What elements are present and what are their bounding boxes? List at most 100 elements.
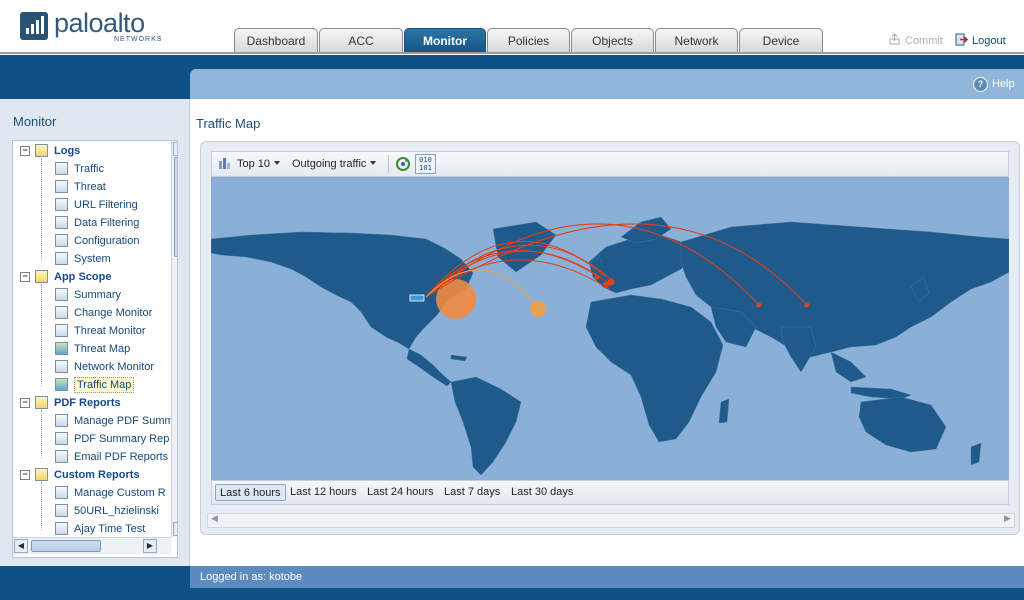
binary-top: 010: [419, 156, 432, 164]
tree-group-logs[interactable]: − Logs: [13, 142, 169, 160]
tab-underline: [0, 52, 1024, 54]
configuration-icon: [55, 234, 68, 247]
collapse-icon[interactable]: −: [20, 398, 30, 408]
scroll-up-icon[interactable]: ▲: [173, 142, 177, 156]
manage-pdf-icon: [55, 414, 68, 427]
tab-dashboard[interactable]: Dashboard: [234, 28, 318, 52]
tree-item-configuration[interactable]: Configuration: [13, 232, 169, 250]
tree-label: Manage PDF Summ: [74, 415, 174, 427]
time-range-12h[interactable]: Last 12 hours: [286, 484, 361, 501]
tree-guide-line: [41, 158, 42, 260]
tree-label: Traffic: [74, 163, 104, 175]
tab-objects[interactable]: Objects: [571, 28, 654, 52]
tree-item-url-filtering[interactable]: URL Filtering: [13, 196, 169, 214]
threat-icon: [55, 180, 68, 193]
tree-item-traffic[interactable]: Traffic: [13, 160, 169, 178]
bar-chart-icon[interactable]: [218, 157, 231, 173]
tab-monitor[interactable]: Monitor: [404, 28, 486, 54]
help-button[interactable]: ? Help: [973, 77, 1015, 92]
commit-button[interactable]: Commit: [888, 33, 943, 47]
tree-label: Manage Custom R: [74, 487, 166, 499]
change-monitor-icon: [55, 306, 68, 319]
tree-label: Logs: [54, 145, 81, 157]
tree-item-summary[interactable]: Summary: [13, 286, 169, 304]
scroll-down-icon[interactable]: ▼: [173, 522, 177, 536]
tree-item-threat[interactable]: Threat: [13, 178, 169, 196]
tree-guide-line: [41, 284, 42, 386]
app-scope-icon: [35, 270, 48, 283]
collapse-icon[interactable]: −: [20, 272, 30, 282]
tree-label: URL Filtering: [74, 199, 138, 211]
scroll-thumb[interactable]: [174, 157, 177, 257]
world-traffic-map[interactable]: [210, 177, 1010, 480]
tree-label: Ajay Time Test: [74, 523, 146, 535]
tree-item-data-filtering[interactable]: Data Filtering: [13, 214, 169, 232]
tree-label: Change Monitor: [74, 307, 153, 319]
traffic-direction-dropdown[interactable]: Outgoing traffic: [292, 158, 377, 170]
manage-custom-icon: [55, 486, 68, 499]
tree-item-system[interactable]: System: [13, 250, 169, 268]
time-range-7d[interactable]: Last 7 days: [440, 484, 504, 501]
network-monitor-icon: [55, 360, 68, 373]
logout-button[interactable]: Logout: [955, 33, 1006, 47]
tree-item-threat-map[interactable]: Threat Map: [13, 340, 169, 358]
tab-acc[interactable]: ACC: [319, 28, 403, 52]
h-scroll-thumb[interactable]: [31, 540, 101, 552]
logged-in-status: Logged in as: kotobe: [200, 571, 303, 583]
firewall-source-icon[interactable]: [409, 294, 425, 302]
tree-group-pdf-reports[interactable]: − PDF Reports: [13, 394, 169, 412]
time-range-24h[interactable]: Last 24 hours: [363, 484, 438, 501]
tree-group-custom-reports[interactable]: − Custom Reports: [13, 466, 169, 484]
tree-label: PDF Reports: [54, 397, 121, 409]
tree-item-ajay-report[interactable]: Ajay Time Test: [13, 520, 169, 538]
time-range-bar: Last 6 hours Last 12 hours Last 24 hours…: [211, 480, 1009, 505]
tree-label: Summary: [74, 289, 122, 301]
time-range-30d[interactable]: Last 30 days: [507, 484, 577, 501]
scroll-right-icon[interactable]: ▶: [1004, 514, 1011, 524]
top-n-label: Top 10: [237, 158, 271, 170]
status-bar: [190, 566, 1024, 588]
refresh-icon[interactable]: [395, 156, 411, 175]
tree-vertical-scrollbar[interactable]: ▲ ▼: [171, 141, 177, 537]
tree-item-network-monitor[interactable]: Network Monitor: [13, 358, 169, 376]
binary-data-icon[interactable]: 010 101: [415, 154, 436, 174]
help-icon: ?: [973, 77, 988, 92]
tree-label: Custom Reports: [54, 469, 140, 481]
sidebar-title: Monitor: [13, 114, 57, 129]
tree-label: Email PDF Reports: [74, 451, 169, 463]
tree-item-pdf-summary[interactable]: PDF Summary Rep: [13, 430, 169, 448]
binary-bottom: 101: [419, 164, 432, 172]
tree-item-email-pdf[interactable]: Email PDF Reports: [13, 448, 169, 466]
toolbar-divider: [388, 155, 389, 173]
top-n-dropdown[interactable]: Top 10: [237, 158, 281, 170]
tree-horizontal-scrollbar[interactable]: ◀ ▶: [13, 537, 171, 554]
data-filtering-icon: [55, 216, 68, 229]
tree-item-traffic-map[interactable]: Traffic Map: [13, 376, 169, 394]
tree-item-manage-pdf[interactable]: Manage PDF Summ: [13, 412, 174, 430]
scroll-left-icon[interactable]: ◀: [14, 539, 28, 553]
tab-device[interactable]: Device: [739, 28, 823, 52]
logout-label: Logout: [972, 35, 1006, 47]
tree-group-app-scope[interactable]: − App Scope: [13, 268, 169, 286]
tree-item-url-report[interactable]: 50URL_hzielinski: [13, 502, 169, 520]
commit-label: Commit: [905, 35, 943, 47]
tree-item-threat-monitor[interactable]: Threat Monitor: [13, 322, 169, 340]
time-range-6h[interactable]: Last 6 hours: [215, 484, 286, 501]
tree-label: Traffic Map: [74, 377, 135, 393]
url-report-icon: [55, 504, 68, 517]
tree-label: Threat Map: [74, 343, 131, 355]
tab-policies[interactable]: Policies: [487, 28, 570, 52]
traffic-map-icon: [55, 378, 68, 391]
scroll-right-icon[interactable]: ▶: [143, 539, 157, 553]
url-filtering-icon: [55, 198, 68, 211]
scroll-left-icon[interactable]: ◀: [211, 514, 218, 524]
world-map-svg: [210, 216, 1010, 476]
collapse-icon[interactable]: −: [20, 470, 30, 480]
map-horizontal-scrollbar[interactable]: ◀ ▶: [207, 513, 1015, 528]
nav-tree: − Logs Traffic Threat URL Filtering Data Filt…: [12, 140, 178, 558]
collapse-icon[interactable]: −: [20, 146, 30, 156]
tab-network[interactable]: Network: [655, 28, 738, 52]
tree-item-manage-custom[interactable]: Manage Custom R: [13, 484, 169, 502]
tree-item-change-monitor[interactable]: Change Monitor: [13, 304, 169, 322]
tree-label: Threat: [74, 181, 106, 193]
